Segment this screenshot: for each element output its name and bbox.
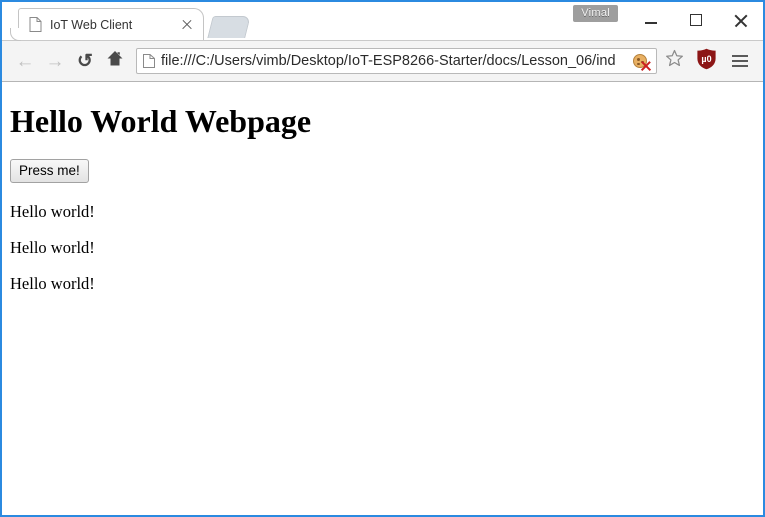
maximize-button[interactable] bbox=[673, 5, 718, 35]
page-title: Hello World Webpage bbox=[10, 103, 312, 139]
minimize-button[interactable] bbox=[628, 5, 673, 35]
svg-text:µ0: µ0 bbox=[701, 54, 711, 64]
page-icon bbox=[143, 54, 155, 68]
title-bar: IoT Web Client Vimal bbox=[2, 2, 763, 41]
home-icon bbox=[106, 50, 124, 72]
reload-button[interactable]: ↺ bbox=[70, 46, 100, 76]
reload-icon: ↺ bbox=[77, 50, 93, 72]
tab-close-icon[interactable] bbox=[179, 17, 195, 33]
hamburger-icon bbox=[732, 65, 748, 67]
hello-message: Hello world! bbox=[10, 274, 95, 294]
arrow-right-icon: → bbox=[45, 50, 65, 72]
browser-toolbar: ← → ↺ file:///C:/Users/vimb/Desktop/IoT-… bbox=[2, 40, 763, 82]
forward-button[interactable]: → bbox=[40, 46, 70, 76]
bookmark-button[interactable] bbox=[661, 48, 687, 74]
hamburger-icon bbox=[732, 55, 748, 57]
window-controls bbox=[628, 2, 763, 38]
hello-message: Hello world! bbox=[10, 202, 95, 222]
url-text: file:///C:/Users/vimb/Desktop/IoT-ESP826… bbox=[161, 53, 616, 69]
hello-message: Hello world! bbox=[10, 238, 95, 258]
ublock-origin-button[interactable]: µ0 bbox=[691, 46, 721, 76]
cookie-blocked-icon[interactable] bbox=[633, 53, 650, 70]
browser-tab[interactable]: IoT Web Client bbox=[10, 8, 204, 41]
maximize-icon bbox=[689, 14, 702, 26]
shield-icon: µ0 bbox=[696, 48, 717, 75]
close-icon bbox=[733, 13, 748, 28]
new-tab-button[interactable] bbox=[207, 16, 251, 38]
minimize-icon bbox=[644, 22, 657, 24]
hamburger-icon bbox=[732, 60, 748, 62]
page-icon bbox=[29, 17, 42, 32]
profile-name-badge[interactable]: Vimal bbox=[573, 5, 618, 22]
browser-window: IoT Web Client Vimal ← → ↺ file:///C:/Us… bbox=[0, 0, 765, 517]
home-button[interactable] bbox=[100, 46, 130, 76]
tab-title: IoT Web Client bbox=[50, 17, 133, 32]
arrow-left-icon: ← bbox=[15, 50, 35, 72]
back-button[interactable]: ← bbox=[10, 46, 40, 76]
press-me-button[interactable]: Press me! bbox=[10, 159, 89, 184]
close-button[interactable] bbox=[718, 5, 763, 35]
page-content: Hello World Webpage Press me! Hello worl… bbox=[2, 82, 763, 515]
browser-menu-button[interactable] bbox=[725, 46, 755, 76]
star-outline-icon bbox=[665, 49, 684, 73]
address-bar[interactable]: file:///C:/Users/vimb/Desktop/IoT-ESP826… bbox=[136, 48, 657, 74]
